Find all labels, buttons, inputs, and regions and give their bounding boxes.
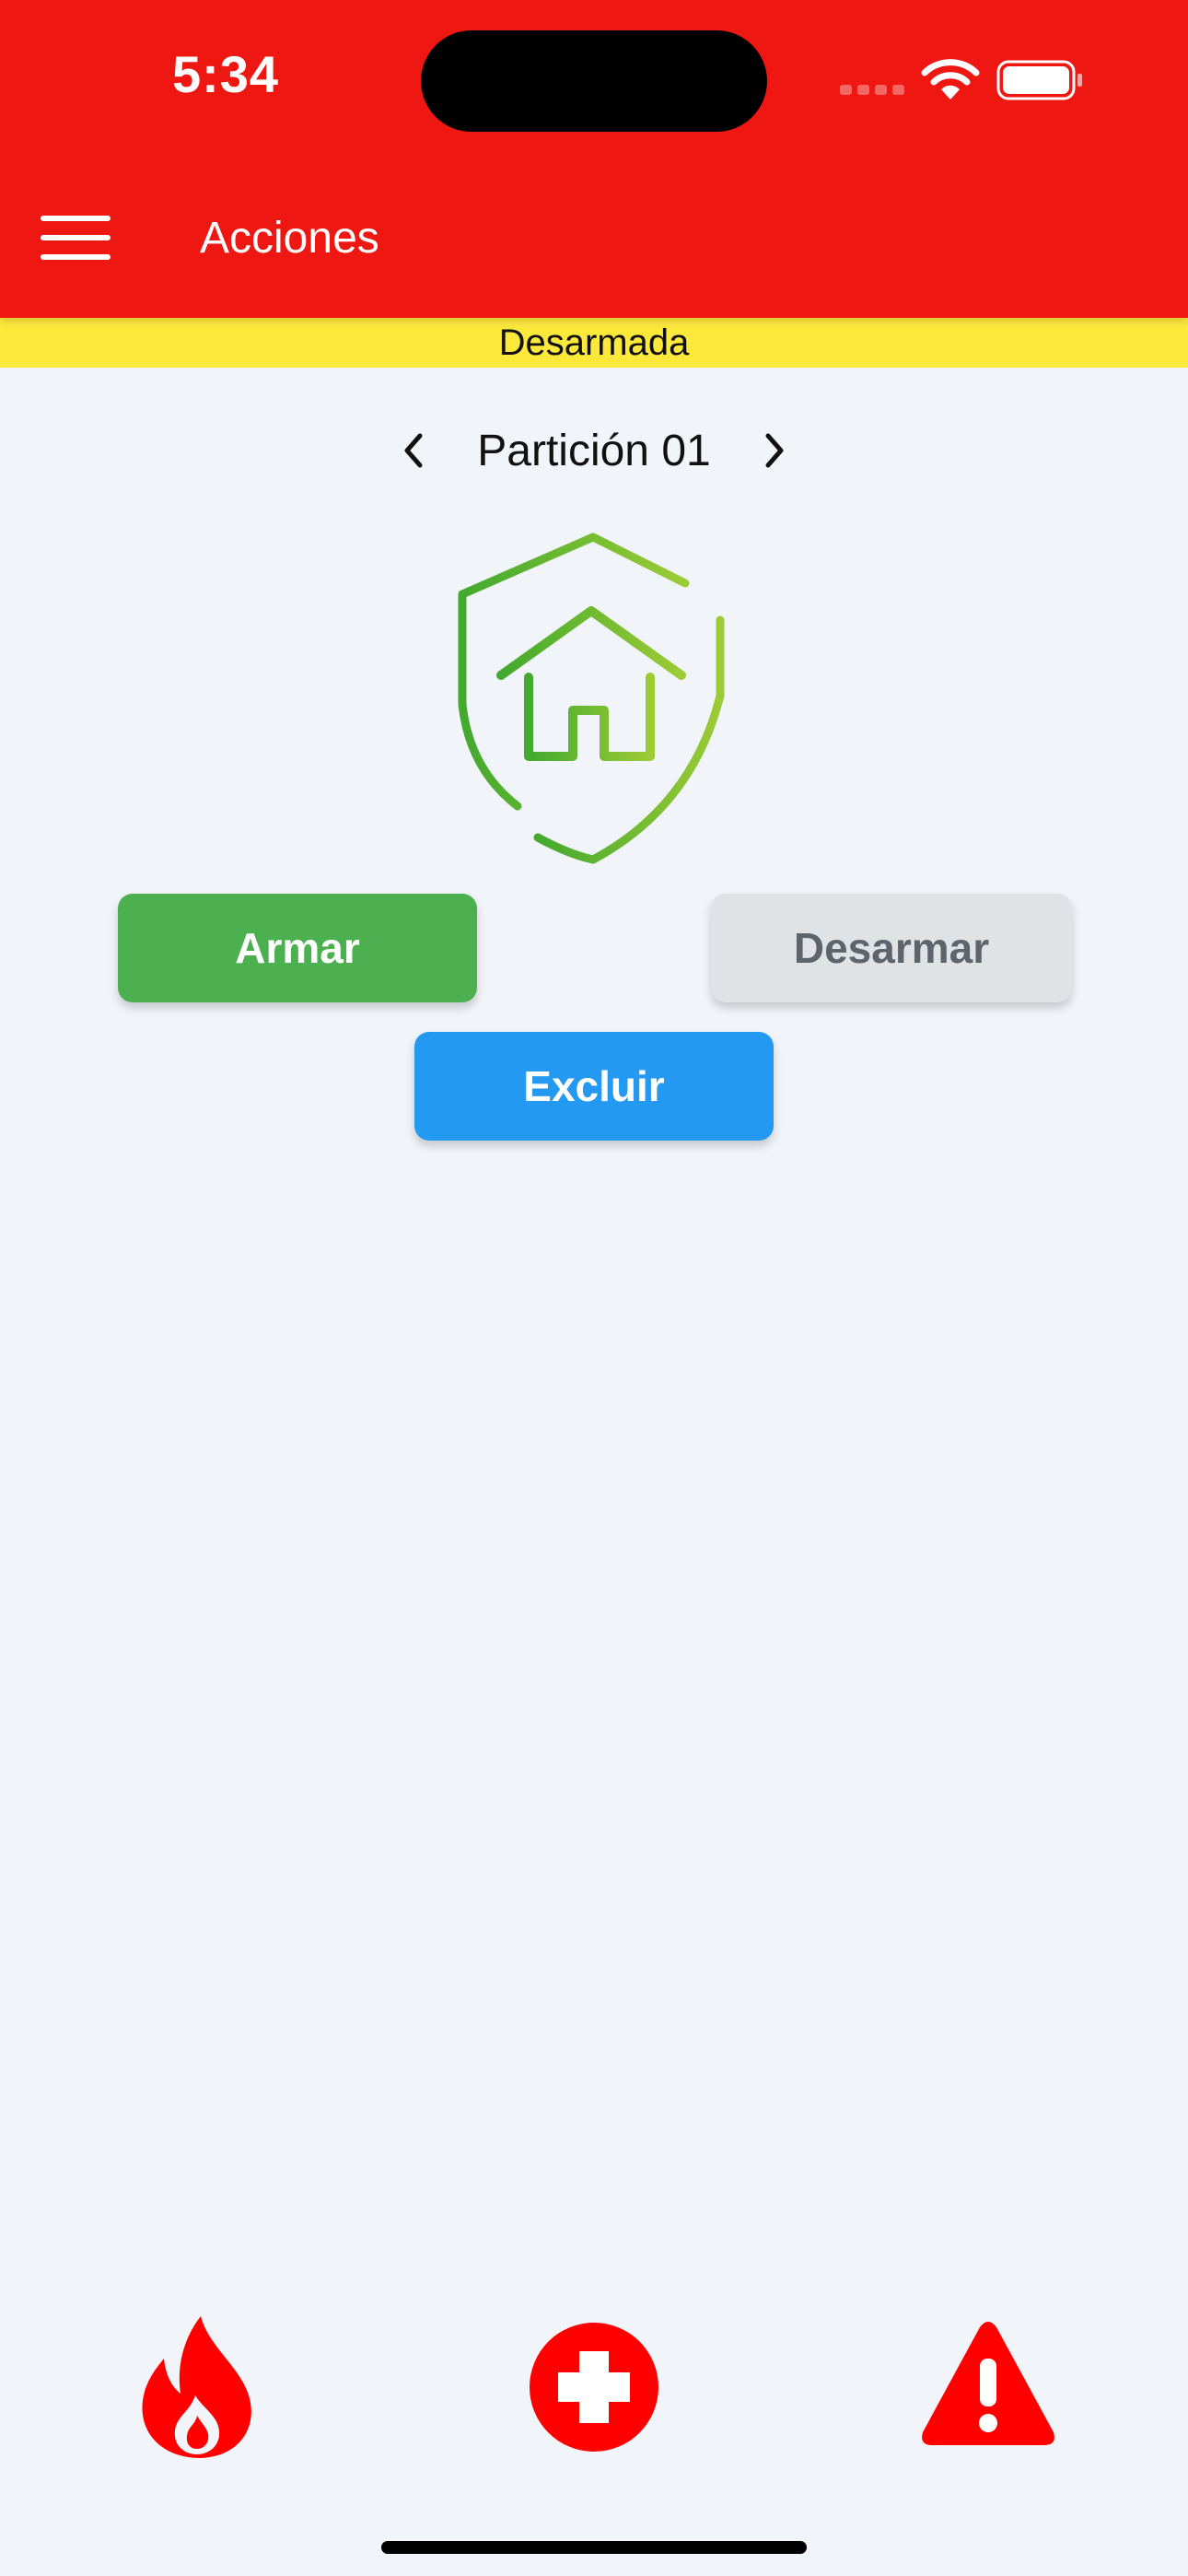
home-indicator: [381, 2541, 807, 2554]
chevron-left-icon[interactable]: [394, 430, 435, 471]
app-header: 5:34 Acciones: [0, 0, 1188, 318]
chevron-right-icon[interactable]: [753, 430, 794, 471]
shield-home-icon: [458, 533, 725, 864]
wifi-icon: [921, 59, 980, 100]
dynamic-island: [421, 30, 767, 132]
hamburger-menu-icon[interactable]: [41, 214, 112, 262]
exclude-button[interactable]: Excluir: [414, 1032, 774, 1141]
fire-icon[interactable]: [136, 2313, 258, 2460]
system-status-banner: Desarmada: [0, 318, 1188, 368]
app-screen: 5:34 Acciones Desarmada Partición 01 Arm…: [0, 0, 1188, 2576]
disarm-button[interactable]: Desarmar: [711, 894, 1072, 1002]
partition-label: Partición 01: [477, 427, 711, 475]
partition-selector: Partición 01: [0, 419, 1188, 484]
page-title: Acciones: [200, 214, 379, 263]
cellular-signal-icon: [840, 85, 906, 98]
medical-cross-icon[interactable]: [529, 2322, 659, 2453]
arm-button[interactable]: Armar: [118, 894, 477, 1002]
warning-triangle-icon[interactable]: [919, 2318, 1057, 2449]
battery-icon: [996, 60, 1082, 100]
status-bar-time: 5:34: [171, 45, 280, 103]
